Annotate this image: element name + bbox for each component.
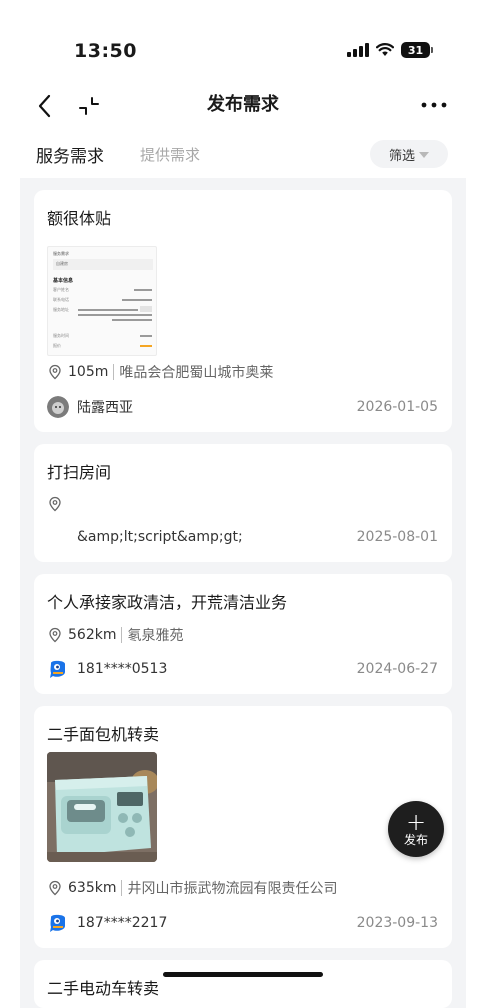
user-name: 181****0513 <box>77 661 168 677</box>
more-icon[interactable] <box>420 100 448 110</box>
distance: 105m <box>68 364 109 380</box>
thumb-section: 基本信息 <box>53 278 74 284</box>
user-name: 陆露西亚 <box>77 400 133 416</box>
post-date: 2024-06-27 <box>356 661 438 677</box>
location-row: 562km 氡泉雅苑 <box>47 625 183 645</box>
wifi-icon <box>376 43 394 56</box>
avatar[interactable] <box>47 658 69 680</box>
list-item[interactable]: 个人承接家政清洁，开荒清洁业务 562km 氡泉雅苑 181****0513 2… <box>34 574 452 694</box>
signal-icon <box>347 43 369 57</box>
thumb-line3: 服务地址 <box>53 307 69 312</box>
card-title: 二手面包机转卖 <box>47 725 160 744</box>
distance: 635km <box>68 880 117 896</box>
card-title: 个人承接家政清洁，开荒清洁业务 <box>47 593 288 612</box>
location-icon <box>49 627 61 643</box>
tab-service-demand[interactable]: 服务需求 <box>36 142 104 167</box>
user-name: &amp;lt;script&amp;gt; <box>77 529 243 545</box>
avatar[interactable] <box>47 396 69 418</box>
publish-button[interactable]: + 发布 <box>388 801 444 857</box>
place-name: 唯品会合肥蜀山城市奥莱 <box>119 365 274 381</box>
publish-label: 发布 <box>403 833 428 847</box>
list-item[interactable]: 打扫房间 &amp;lt;script&amp;gt; 2025-08-01 <box>34 444 452 562</box>
card-thumbnail[interactable] <box>47 752 157 862</box>
thumb-line2: 联系电话 <box>53 297 69 302</box>
user-row: &amp;lt;script&amp;gt; <box>77 529 243 545</box>
location-row: 635km 井冈山市振武物流园有限责任公司 <box>47 878 337 898</box>
battery-icon: 31 <box>401 42 433 58</box>
status-time: 13:50 <box>74 40 137 62</box>
location-icon <box>49 880 61 896</box>
divider <box>113 364 115 380</box>
tab-bar: 服务需求 提供需求 筛选 <box>0 136 486 176</box>
user-name: 187****2217 <box>77 915 168 931</box>
nav-bar: 发布需求 <box>0 82 486 128</box>
card-title: 打扫房间 <box>47 463 112 482</box>
battery-level: 31 <box>407 43 424 57</box>
status-icons: 31 <box>347 42 433 58</box>
post-date: 2026-01-05 <box>356 399 438 415</box>
plus-icon: + <box>405 808 427 836</box>
location-icon <box>49 496 61 512</box>
home-indicator[interactable] <box>163 972 323 977</box>
card-title: 二手电动车转卖 <box>47 979 160 998</box>
place-name: 氡泉雅苑 <box>127 628 184 644</box>
filter-label: 筛选 <box>388 148 415 164</box>
thumb-line1: 客户姓名 <box>53 287 69 292</box>
distance: 562km <box>68 627 117 643</box>
thumb-label: 服务需求 <box>53 251 69 256</box>
card-title: 额很体贴 <box>47 209 112 228</box>
post-date: 2023-09-13 <box>356 915 438 931</box>
card-thumbnail[interactable]: 服务需求 自建房 基本信息 客户姓名 联系电话 服务地址 服务时间 报价 <box>47 246 157 356</box>
list-item[interactable]: 二手电动车转卖 <box>34 960 452 1008</box>
location-row: 105m 唯品会合肥蜀山城市奥莱 <box>47 362 273 382</box>
bread-machine-image <box>47 752 157 862</box>
user-row: 陆露西亚 <box>47 396 133 418</box>
chevron-down-icon <box>419 152 429 158</box>
place-name: 井冈山市振武物流园有限责任公司 <box>127 881 338 897</box>
avatar[interactable] <box>47 912 69 934</box>
divider <box>121 880 123 896</box>
thumb-desc: 自建房 <box>56 261 68 266</box>
location-icon <box>49 364 61 380</box>
filter-button[interactable]: 筛选 <box>370 140 448 168</box>
list-item[interactable]: 额很体贴 服务需求 自建房 基本信息 客户姓名 联系电话 服务地址 服务时间 报… <box>34 190 452 432</box>
post-date: 2025-08-01 <box>356 529 438 545</box>
thumb-line5: 报价 <box>53 343 61 348</box>
divider <box>121 627 123 643</box>
page-title: 发布需求 <box>207 94 279 115</box>
tab-provide-demand[interactable]: 提供需求 <box>140 144 200 165</box>
thumb-line4: 服务时间 <box>53 333 69 338</box>
user-row: 187****2217 <box>47 912 167 934</box>
user-row: 181****0513 <box>47 658 167 680</box>
